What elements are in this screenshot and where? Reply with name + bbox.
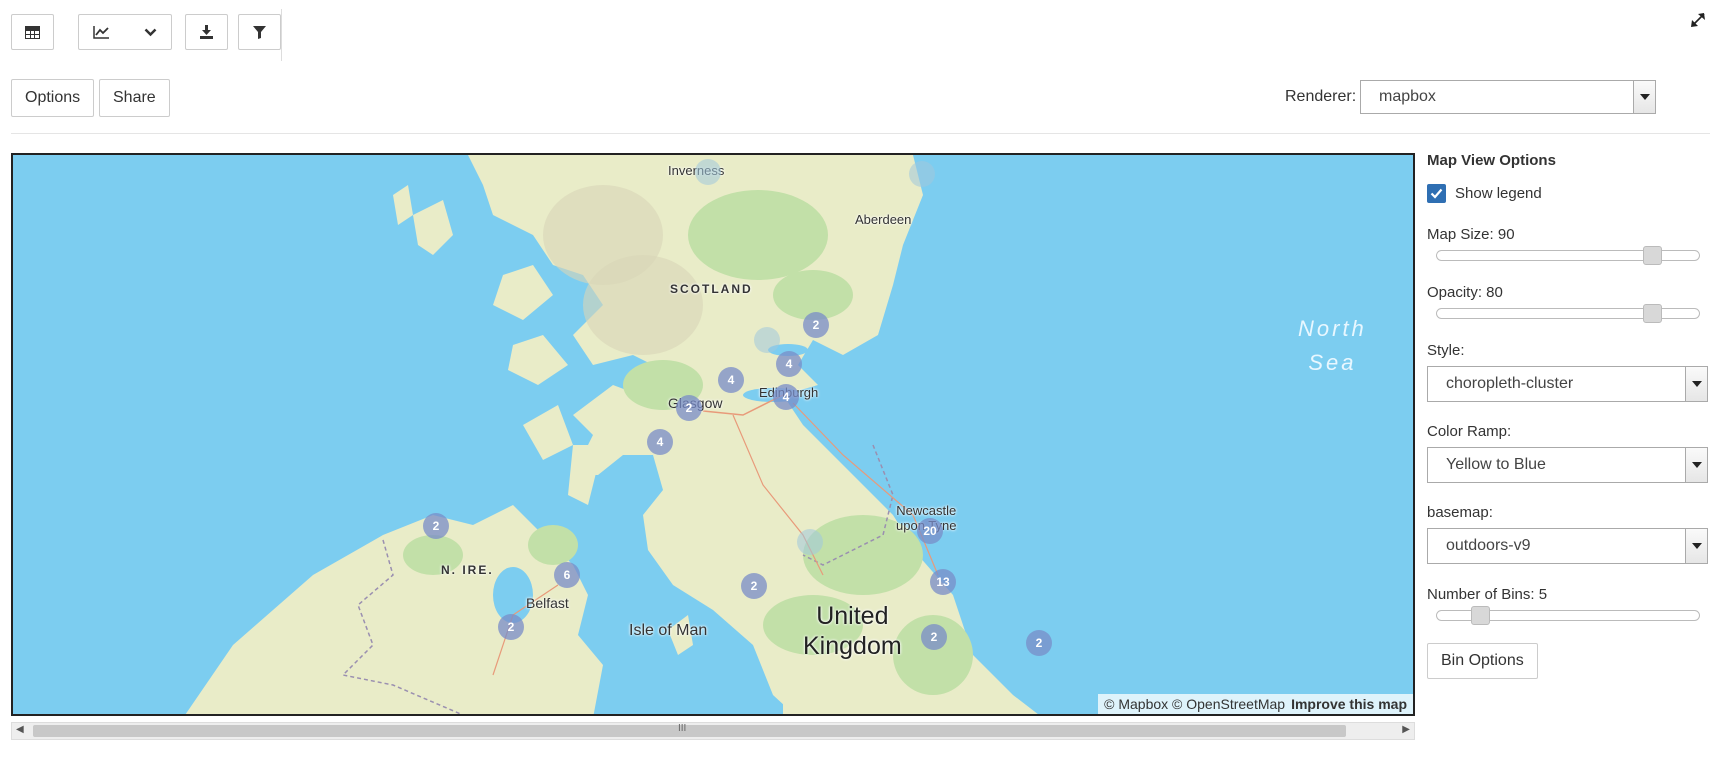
place-uk-line2: Kingdom (803, 632, 902, 660)
basemap-select[interactable]: outdoors-v9 (1427, 528, 1708, 564)
dropdown-arrow-icon (1685, 367, 1707, 401)
place-belfast: Belfast (526, 595, 569, 611)
cluster-marker[interactable]: 2 (1026, 630, 1052, 656)
cluster-marker[interactable]: 4 (773, 384, 799, 410)
opacity-slider-thumb[interactable] (1643, 304, 1662, 323)
download-icon (199, 25, 214, 39)
scroll-left-arrow-icon[interactable]: ◀ (16, 724, 24, 735)
region-n-ireland: N. IRE. (441, 563, 494, 577)
map-size-slider[interactable] (1436, 246, 1700, 265)
map-attribution: © Mapbox © OpenStreetMap Improve this map (1098, 694, 1413, 714)
dropdown-arrow-icon (1685, 448, 1707, 482)
scroll-grip-icon: III (678, 723, 687, 734)
place-uk-line1: United (816, 602, 889, 630)
cluster-marker[interactable]: 2 (741, 573, 767, 599)
cluster-marker[interactable]: 13 (930, 569, 956, 595)
divider (11, 133, 1710, 134)
cluster-marker-faded[interactable] (695, 159, 721, 185)
compress-icon[interactable] (1690, 12, 1706, 32)
cluster-marker[interactable]: 2 (676, 395, 702, 421)
style-value: choropleth-cluster (1446, 375, 1574, 392)
table-view-button[interactable] (11, 14, 54, 50)
place-united-kingdom: United Kingdom (803, 601, 902, 661)
show-legend-label: Show legend (1455, 185, 1542, 202)
basemap-value: outdoors-v9 (1446, 537, 1531, 554)
basemap-label: basemap: (1427, 504, 1493, 521)
show-legend-checkbox[interactable] (1427, 184, 1446, 203)
color-ramp-label: Color Ramp: (1427, 423, 1512, 440)
opacity-label: Opacity: 80 (1427, 284, 1503, 301)
north-sea-line2: Sea (1308, 350, 1357, 375)
filter-icon (253, 25, 266, 39)
opacity-slider[interactable] (1436, 304, 1700, 323)
scroll-thumb[interactable]: III (33, 723, 1346, 737)
place-isle-of-man: Isle of Man (629, 622, 708, 639)
cluster-marker-faded[interactable] (909, 161, 935, 187)
chevron-down-icon (144, 28, 157, 37)
cluster-marker[interactable]: 2 (498, 614, 524, 640)
map-view[interactable]: Inverness Aberdeen SCOTLAND Glasgow Edin… (11, 153, 1415, 716)
filter-button[interactable] (238, 14, 281, 50)
cluster-marker[interactable]: 4 (718, 367, 744, 393)
cluster-marker-faded[interactable] (754, 327, 780, 353)
map-size-slider-thumb[interactable] (1643, 246, 1662, 265)
renderer-select[interactable]: mapbox (1360, 80, 1656, 114)
dropdown-arrow-icon (1685, 529, 1707, 563)
north-sea-line1: North (1298, 316, 1367, 341)
download-button[interactable] (185, 14, 228, 50)
attribution-text: © Mapbox © OpenStreetMap (1104, 696, 1286, 712)
cluster-marker[interactable]: 6 (554, 562, 580, 588)
place-aberdeen: Aberdeen (855, 212, 912, 227)
bin-options-button[interactable]: Bin Options (1427, 643, 1538, 679)
cluster-marker[interactable]: 2 (921, 624, 947, 650)
scroll-right-arrow-icon[interactable]: ▶ (1402, 724, 1410, 735)
cluster-marker[interactable]: 4 (776, 351, 802, 377)
sidebar-title: Map View Options (1427, 152, 1556, 169)
share-button[interactable]: Share (99, 79, 170, 117)
renderer-value: mapbox (1379, 88, 1436, 105)
cluster-marker[interactable]: 2 (423, 513, 449, 539)
cluster-marker-faded[interactable] (797, 529, 823, 555)
style-label: Style: (1427, 342, 1465, 359)
style-select[interactable]: choropleth-cluster (1427, 366, 1708, 402)
cluster-marker[interactable]: 20 (917, 518, 943, 544)
toolbar-divider (281, 9, 282, 61)
cluster-marker[interactable]: 4 (647, 429, 673, 455)
horizontal-scrollbar[interactable]: ◀ III ▶ (11, 722, 1415, 740)
dropdown-arrow-icon (1633, 81, 1655, 113)
bins-slider[interactable] (1436, 606, 1700, 625)
label-north-sea: North Sea (1298, 312, 1367, 380)
color-ramp-value: Yellow to Blue (1446, 456, 1546, 473)
bins-label: Number of Bins: 5 (1427, 586, 1548, 603)
bins-slider-thumb[interactable] (1471, 606, 1490, 625)
improve-map-link[interactable]: Improve this map (1291, 696, 1407, 712)
map-size-label: Map Size: 90 (1427, 226, 1515, 243)
color-ramp-select[interactable]: Yellow to Blue (1427, 447, 1708, 483)
line-chart-icon (93, 25, 110, 39)
place-newcastle-line1: Newcastle (896, 503, 957, 518)
checkmark-icon (1430, 188, 1443, 199)
options-button[interactable]: Options (11, 79, 95, 117)
chart-type-dropdown[interactable] (78, 14, 172, 50)
table-icon (25, 25, 40, 39)
region-scotland: SCOTLAND (670, 282, 753, 296)
renderer-label: Renderer: (1285, 88, 1357, 105)
basemap-canvas (185, 155, 1038, 714)
cluster-marker[interactable]: 2 (803, 312, 829, 338)
